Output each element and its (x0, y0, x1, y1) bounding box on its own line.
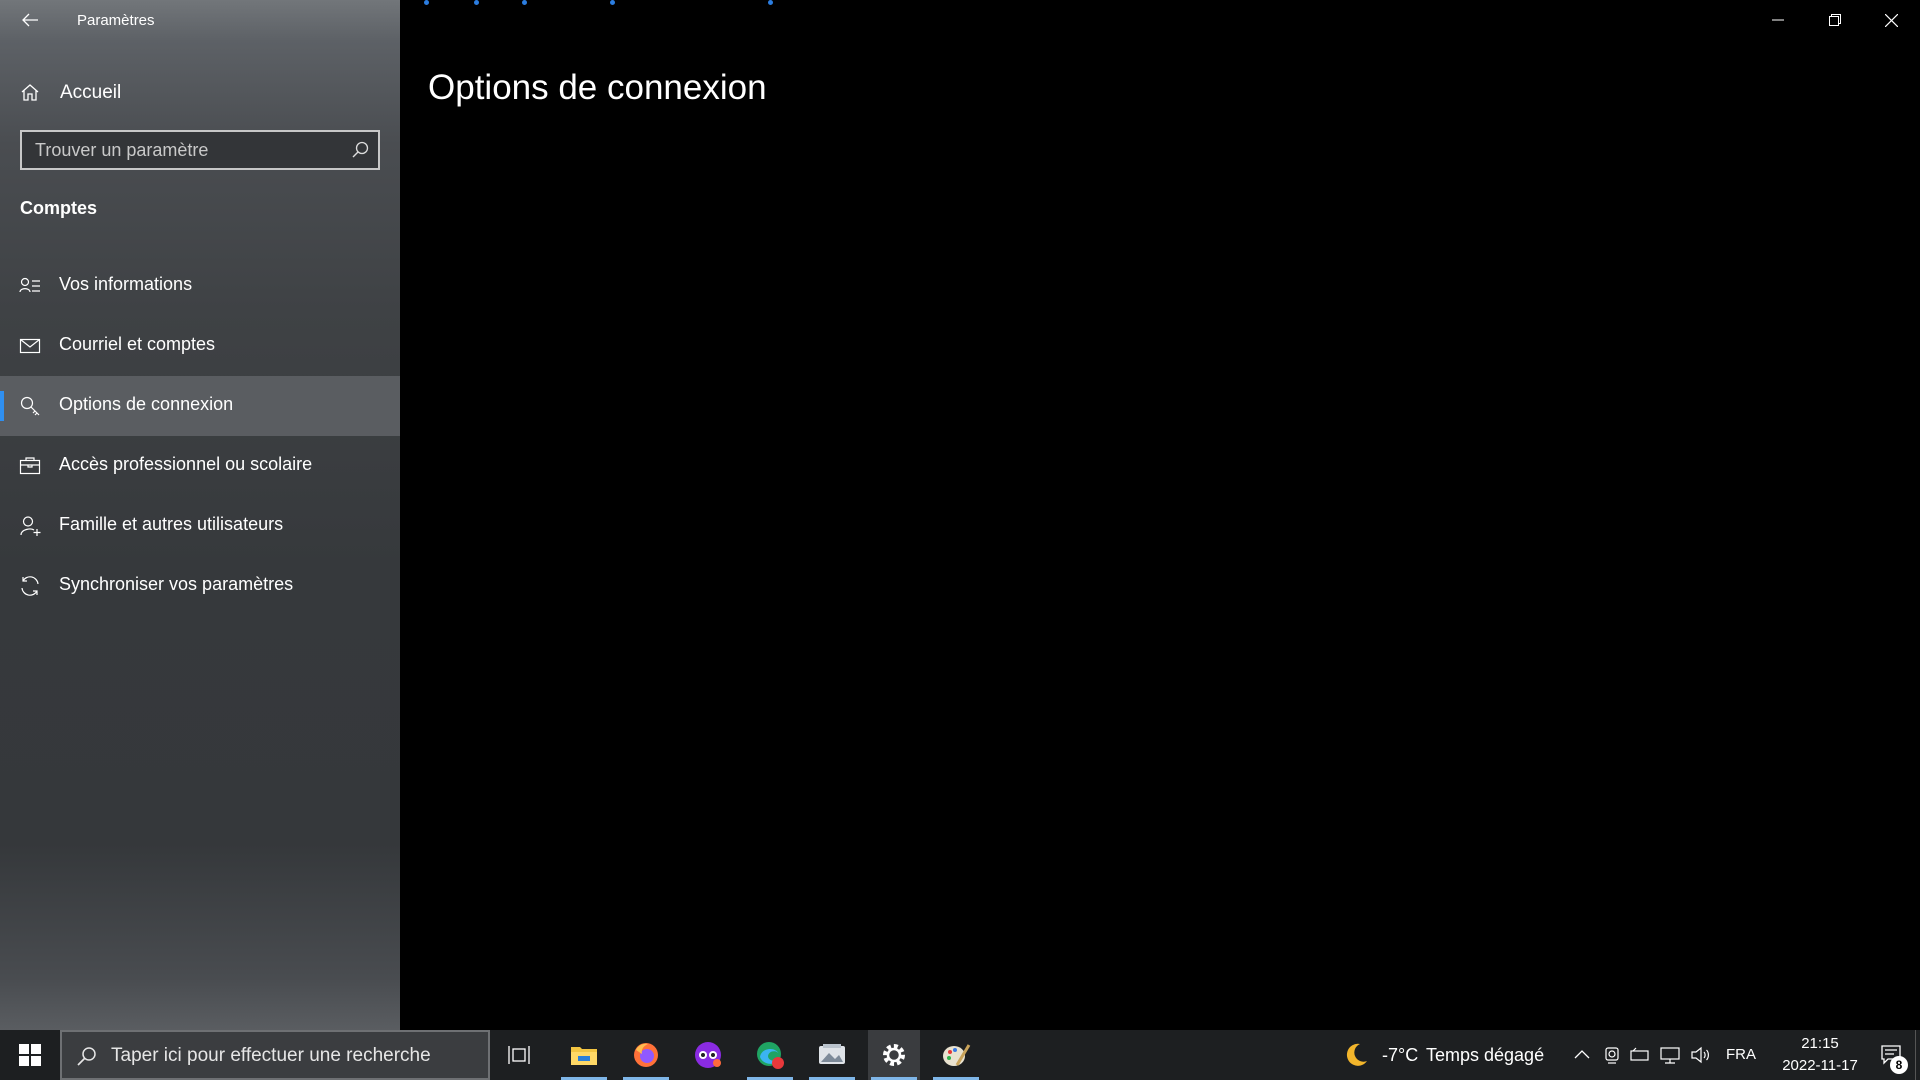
nav-item-acces-professionnel[interactable]: Accès professionnel ou scolaire (0, 436, 400, 496)
battery-icon[interactable] (1630, 1045, 1650, 1065)
close-button[interactable] (1863, 0, 1920, 40)
file-explorer-button[interactable] (558, 1030, 610, 1080)
edge-button[interactable] (744, 1030, 796, 1080)
nav-label: Options de connexion (59, 394, 234, 414)
camera-tray-icon[interactable] (1602, 1045, 1622, 1065)
network-icon[interactable] (1660, 1045, 1680, 1065)
mask-icon (695, 1042, 721, 1068)
start-button[interactable] (0, 1030, 60, 1080)
close-icon (1885, 13, 1898, 27)
minimize-icon (1771, 19, 1784, 21)
notification-count-badge: 8 (1890, 1056, 1908, 1074)
taskbar-search[interactable]: Taper ici pour effectuer une recherche (60, 1030, 490, 1080)
clock-time[interactable]: 21:15 (1790, 1035, 1850, 1052)
main-content: Options de connexion (400, 0, 1920, 1030)
moon-weather-icon[interactable] (1342, 1041, 1370, 1069)
settings-search-input[interactable] (22, 132, 332, 168)
nav-label: Vos informations (59, 274, 193, 294)
folder-icon (571, 1047, 597, 1065)
titlebar-left: Paramètres (0, 0, 400, 40)
sync-icon (21, 576, 39, 596)
firefox-icon (634, 1043, 658, 1067)
incognito-app-button[interactable] (682, 1030, 734, 1080)
person-list-icon (19, 277, 40, 293)
edge-icon (757, 1042, 784, 1069)
briefcase-icon (19, 457, 41, 475)
task-view-icon (508, 1046, 530, 1064)
home-nav-item[interactable]: Accueil (0, 72, 400, 112)
nav-item-options-connexion[interactable]: Options de connexion (0, 376, 400, 436)
nav-label: Synchroniser vos paramètres (59, 574, 294, 594)
loading-dot (474, 0, 479, 5)
nav-label: Courriel et comptes (59, 334, 216, 354)
loading-dot (424, 0, 429, 5)
nav-item-courriel[interactable]: Courriel et comptes (0, 316, 400, 376)
search-icon[interactable] (350, 140, 370, 160)
key-icon (20, 396, 40, 416)
photos-icon (819, 1044, 845, 1064)
nav-item-vos-informations[interactable]: Vos informations (0, 256, 400, 316)
home-icon (21, 84, 39, 101)
restore-icon (1828, 14, 1841, 26)
section-title: Comptes (20, 198, 98, 218)
taskbar-search-placeholder: Taper ici pour effectuer une recherche (111, 1045, 431, 1066)
chevron-up-icon[interactable] (1572, 1045, 1592, 1065)
paint-palette-icon (943, 1044, 971, 1066)
photos-button[interactable] (806, 1030, 858, 1080)
loading-dot (610, 0, 615, 5)
home-label: Accueil (60, 82, 122, 103)
language-indicator[interactable]: FRA (1726, 1046, 1756, 1063)
volume-icon[interactable] (1690, 1045, 1710, 1065)
sidebar: Paramètres Accueil Comptes Vos informati… (0, 0, 400, 1030)
loading-dots (420, 0, 773, 6)
loading-dot (522, 0, 527, 5)
weather-temperature[interactable]: -7°C (1382, 1045, 1418, 1066)
nav-item-synchroniser[interactable]: Synchroniser vos paramètres (0, 556, 400, 616)
show-desktop-button[interactable] (1915, 1030, 1920, 1080)
add-person-icon (20, 516, 41, 536)
paint-button[interactable] (930, 1030, 982, 1080)
notification-center-button[interactable]: 8 (1864, 1030, 1920, 1080)
settings-button[interactable] (868, 1030, 920, 1080)
app-title: Paramètres (77, 12, 155, 29)
firefox-button[interactable] (620, 1030, 672, 1080)
taskbar: Taper ici pour effectuer une recherche -… (0, 1030, 1920, 1080)
window-controls (1749, 0, 1920, 40)
windows-logo-icon (19, 1044, 41, 1066)
task-view-button[interactable] (494, 1030, 546, 1080)
page-title: Options de connexion (428, 68, 767, 107)
gear-icon (883, 1044, 905, 1066)
restore-button[interactable] (1806, 0, 1863, 40)
back-arrow-icon (22, 13, 38, 27)
weather-description[interactable]: Temps dégagé (1426, 1045, 1544, 1066)
nav-label: Famille et autres utilisateurs (59, 514, 284, 534)
mail-icon (19, 338, 41, 354)
loading-dot (768, 0, 773, 5)
settings-search-box[interactable] (20, 130, 380, 170)
back-button[interactable] (10, 0, 50, 40)
clock-date[interactable]: 2022-11-17 (1765, 1057, 1875, 1074)
nav-label: Accès professionnel ou scolaire (59, 454, 313, 474)
nav-item-famille[interactable]: Famille et autres utilisateurs (0, 496, 400, 556)
minimize-button[interactable] (1749, 0, 1806, 40)
accounts-nav: Vos informations Courriel et comptes Opt… (0, 256, 400, 616)
search-icon (77, 1047, 96, 1066)
